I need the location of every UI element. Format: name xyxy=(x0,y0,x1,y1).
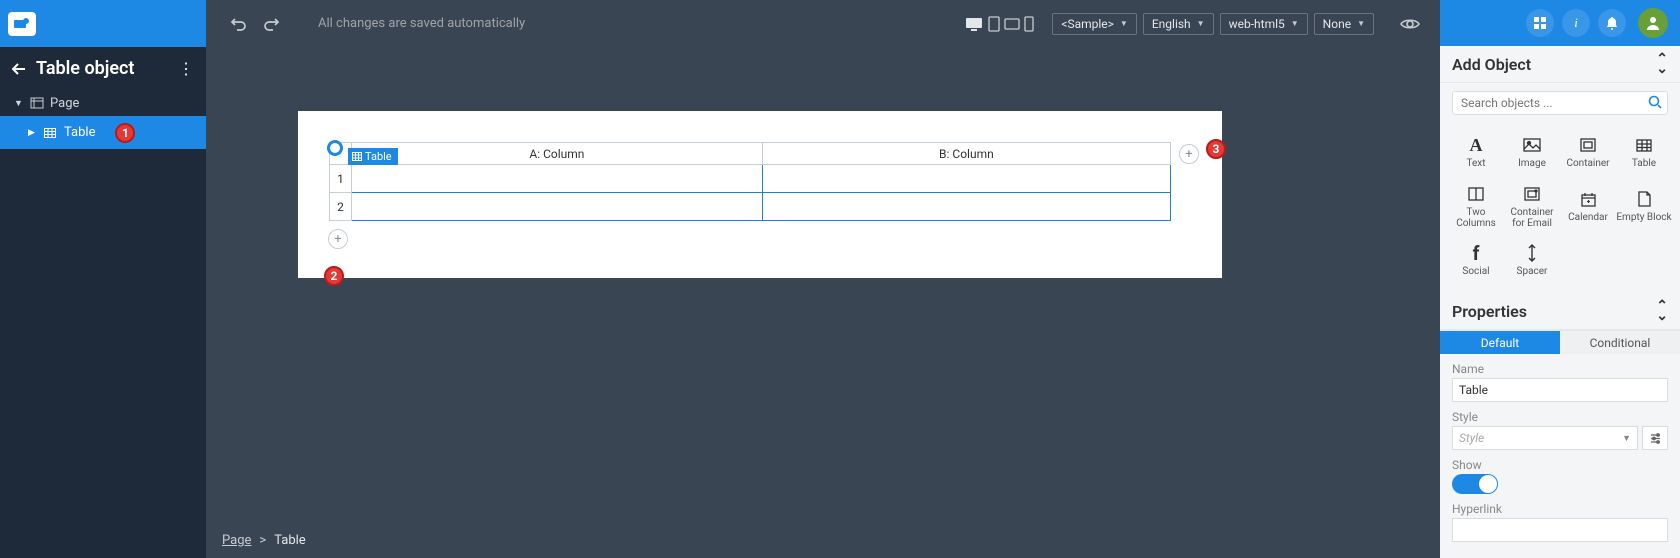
device-tablet-portrait-icon[interactable] xyxy=(988,16,1000,32)
object-table[interactable]: Table xyxy=(1616,127,1672,177)
style-label: Style xyxy=(1452,410,1668,424)
user-avatar[interactable] xyxy=(1638,8,1668,38)
tab-default[interactable]: Default xyxy=(1440,331,1560,354)
add-object-panel-title: Add Object ⌃⌄ xyxy=(1440,46,1680,83)
object-grid: AText Image Container Table Two Columns … xyxy=(1440,123,1680,293)
app-logo-bar xyxy=(0,0,206,47)
target-select[interactable]: web-html5▼ xyxy=(1220,13,1308,35)
object-calendar[interactable]: Calendar xyxy=(1560,181,1616,231)
cell-a2[interactable] xyxy=(352,193,763,221)
caret-right-icon: ▶ xyxy=(28,128,38,138)
object-image[interactable]: Image xyxy=(1504,127,1560,177)
device-phone-icon[interactable] xyxy=(1024,16,1034,32)
show-label: Show xyxy=(1452,458,1668,472)
collapse-icon[interactable]: ⌃⌄ xyxy=(1656,301,1668,321)
table-object[interactable]: Table A: Column B: Column 1 xyxy=(329,142,1171,221)
info-icon[interactable]: i xyxy=(1562,9,1590,37)
topbar: All changes are saved automatically <Sam… xyxy=(206,0,1440,47)
tree-item-label: Table xyxy=(64,125,95,140)
row-header-2[interactable]: 2 xyxy=(330,193,352,221)
breadcrumb-current: Table xyxy=(274,533,305,548)
tree-item-table[interactable]: ▶ Table 1 xyxy=(0,116,206,149)
object-spacer[interactable]: Spacer xyxy=(1504,235,1560,285)
top-actions: i xyxy=(1440,0,1680,46)
column-header-b[interactable]: B: Column xyxy=(762,143,1170,165)
table-icon xyxy=(44,128,58,138)
collapse-icon[interactable]: ⌃⌄ xyxy=(1656,54,1668,74)
language-select[interactable]: English▼ xyxy=(1143,13,1214,35)
object-title: Table object xyxy=(36,58,178,79)
style-select[interactable]: Style▼ xyxy=(1452,426,1638,450)
undo-button[interactable] xyxy=(226,11,252,37)
device-tablet-landscape-icon[interactable] xyxy=(1004,18,1020,30)
properties-panel-title: Properties ⌃⌄ xyxy=(1440,293,1680,330)
preview-icon[interactable] xyxy=(1400,17,1420,31)
column-header-a[interactable]: A: Column xyxy=(352,143,763,165)
back-icon[interactable] xyxy=(12,63,26,75)
hyperlink-input[interactable] xyxy=(1452,518,1668,542)
show-toggle[interactable] xyxy=(1452,474,1498,494)
name-input[interactable] xyxy=(1452,378,1668,402)
page-icon xyxy=(30,97,44,109)
redo-button[interactable] xyxy=(258,11,284,37)
tree-item-label: Page xyxy=(50,96,79,111)
object-empty-block[interactable]: Empty Block xyxy=(1616,181,1672,231)
caret-down-icon: ▼ xyxy=(14,98,24,109)
apps-icon[interactable] xyxy=(1526,9,1554,37)
object-container[interactable]: Container xyxy=(1560,127,1616,177)
object-container-email[interactable]: Container for Email xyxy=(1504,181,1560,231)
callout-2: 2 xyxy=(324,266,344,286)
style-settings-button[interactable] xyxy=(1642,426,1668,450)
page-canvas[interactable]: Table A: Column B: Column 1 xyxy=(298,111,1222,278)
cell-a1[interactable] xyxy=(352,165,763,193)
search-icon[interactable] xyxy=(1648,95,1662,109)
tree-item-page[interactable]: ▼ Page xyxy=(0,90,206,116)
object-title-bar: Table object ⋮ xyxy=(0,47,206,90)
app-logo[interactable] xyxy=(8,12,36,36)
row-header-1[interactable]: 1 xyxy=(330,165,352,193)
callout-3: 3 xyxy=(1206,139,1226,159)
object-text[interactable]: AText xyxy=(1448,127,1504,177)
add-column-button[interactable]: + xyxy=(1179,144,1199,164)
autosave-status: All changes are saved automatically xyxy=(318,16,525,31)
theme-select[interactable]: None▼ xyxy=(1314,13,1374,35)
breadcrumb-page[interactable]: Page xyxy=(222,533,251,548)
object-tree: ▼ Page ▶ Table 1 xyxy=(0,90,206,149)
add-row-button[interactable]: + xyxy=(328,229,348,249)
breadcrumb: Page > Table xyxy=(206,522,1440,558)
object-two-columns[interactable]: Two Columns xyxy=(1448,181,1504,231)
search-input[interactable] xyxy=(1452,91,1668,115)
tab-conditional[interactable]: Conditional xyxy=(1560,331,1680,354)
sample-select[interactable]: <Sample>▼ xyxy=(1052,13,1137,35)
bell-icon[interactable] xyxy=(1598,9,1626,37)
name-label: Name xyxy=(1452,362,1668,376)
hyperlink-label: Hyperlink xyxy=(1452,502,1668,516)
table-badge[interactable]: Table xyxy=(348,148,398,165)
more-icon[interactable]: ⋮ xyxy=(178,59,194,78)
canvas-area[interactable]: Table A: Column B: Column 1 xyxy=(206,47,1440,522)
breadcrumb-sep: > xyxy=(259,533,266,548)
cell-b1[interactable] xyxy=(762,165,1170,193)
cell-b2[interactable] xyxy=(762,193,1170,221)
device-desktop-icon[interactable] xyxy=(964,16,984,32)
object-social[interactable]: fSocial xyxy=(1448,235,1504,285)
selection-handle[interactable] xyxy=(327,140,343,156)
callout-1: 1 xyxy=(115,123,135,143)
properties-tabs: Default Conditional xyxy=(1440,330,1680,354)
